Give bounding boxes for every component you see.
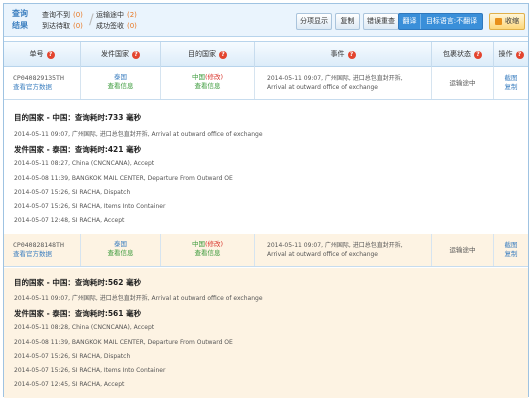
status-filters-left: 查询不到 (0) 到达待取 (0) <box>42 10 83 32</box>
col-event: 事件? <box>255 42 432 67</box>
table-row: CP040829135TH 查看官方数据 泰国 查看信息 中国(修改) 查看信息… <box>4 67 528 100</box>
copy-link[interactable]: 复制 <box>494 250 528 259</box>
table-header: 单号? 发件国家? 目的国家? 事件? 包裹状态? 操作? <box>4 41 528 67</box>
copy-all-button[interactable]: 复制 <box>335 13 360 30</box>
col-actions: 操作? <box>494 42 528 67</box>
event-en: Arrival at outward office of exchange <box>267 251 378 258</box>
origin-country: 泰国 <box>114 240 127 248</box>
tracking-number[interactable]: CP040829135TH <box>13 74 80 83</box>
modify-link[interactable]: (修改) <box>205 240 223 248</box>
tracking-detail: 目的国家 - 中国：查询耗时:733 毫秒 2014-05-11 09:07, … <box>4 101 528 234</box>
col-destination: 目的国家? <box>161 42 255 67</box>
help-icon[interactable]: ? <box>474 50 482 59</box>
status-badge: 运输途中 <box>432 67 494 99</box>
origin-section-title: 发件国家 - 泰国：查询耗时:561 毫秒 <box>14 309 142 318</box>
event-cn: 2014-05-11 09:07, 广州国际, 进口总包直封开拆, <box>267 242 403 249</box>
list-item: 2014-05-11 09:07, 广州国际, 进口总包直封开拆, Arriva… <box>14 131 263 138</box>
table-row: CP040828148TH 查看官方数据 泰国 查看信息 中国(修改) 查看信息… <box>4 234 528 267</box>
list-item: 2014-05-11 09:07, 广州国际, 进口总包直封开拆, Arriva… <box>14 295 263 302</box>
help-icon[interactable]: ? <box>347 50 356 59</box>
dest-section-title: 目的国家 - 中国：查询耗时:562 毫秒 <box>14 278 142 287</box>
tracking-detail: 目的国家 - 中国：查询耗时:562 毫秒 2014-05-11 09:07, … <box>4 268 528 398</box>
filter-delivered[interactable]: 成功签收 (0) <box>96 21 137 32</box>
actions-cell: 截图 复制 <box>494 67 528 99</box>
list-item: 2014-05-07 15:26, SI RACHA, Dispatch <box>14 189 131 196</box>
dest-info-link[interactable]: 查看信息 <box>161 249 254 258</box>
event-cell: 2014-05-11 09:07, 广州国际, 进口总包直封开拆, Arriva… <box>255 234 432 266</box>
retry-errors-button[interactable]: 错误重查 <box>363 13 399 30</box>
copy-link[interactable]: 复制 <box>494 83 528 92</box>
screenshot-link[interactable]: 截图 <box>494 241 528 250</box>
dest-country: 中国 <box>191 240 205 248</box>
list-item: 2014-05-07 12:48, SI RACHA, Accept <box>14 217 125 224</box>
origin-country: 泰国 <box>114 73 127 81</box>
list-item: 2014-05-08 11:39, BANGKOK MAIL CENTER, D… <box>14 175 233 182</box>
filter-awaiting-pickup[interactable]: 到达待取 (0) <box>42 21 83 32</box>
help-icon[interactable]: ? <box>132 50 140 59</box>
origin-cell: 泰国 查看信息 <box>81 234 161 266</box>
tracking-number[interactable]: CP040828148TH <box>13 241 80 250</box>
help-icon[interactable]: ? <box>219 50 227 59</box>
tracking-number-cell: CP040828148TH 查看官方数据 <box>4 234 81 266</box>
help-icon[interactable]: ? <box>515 50 524 59</box>
translate-group: 翻译 目标语言:不翻译 <box>398 13 483 30</box>
toolbar: 查询结果 查询不到 (0) 到达待取 (0) / 运输途中 (2) 成功签收 (0) 分… <box>4 4 528 37</box>
filter-in-transit[interactable]: 运输途中 (2) <box>96 10 137 21</box>
destination-cell: 中国(修改) 查看信息 <box>161 67 255 99</box>
actions-cell: 截图 复制 <box>494 234 528 266</box>
origin-section-title: 发件国家 - 泰国：查询耗时:421 毫秒 <box>14 145 142 154</box>
event-cn: 2014-05-11 09:07, 广州国际, 进口总包直封开拆, <box>267 75 403 82</box>
origin-cell: 泰国 查看信息 <box>81 67 161 99</box>
filter-not-found[interactable]: 查询不到 (0) <box>42 10 83 21</box>
help-icon[interactable]: ? <box>46 50 55 59</box>
event-en: Arrival at outward office of exchange <box>267 84 378 91</box>
list-item: 2014-05-11 08:27, China (CNCNCANA), Acce… <box>14 160 155 167</box>
translate-button[interactable]: 翻译 <box>399 14 421 29</box>
col-origin: 发件国家? <box>81 42 161 67</box>
page-title: 查询结果 <box>12 9 28 30</box>
col-number: 单号? <box>4 42 81 67</box>
screenshot-link[interactable]: 截图 <box>494 74 528 83</box>
tracking-number-cell: CP040829135TH 查看官方数据 <box>4 67 81 99</box>
official-data-link[interactable]: 查看官方数据 <box>13 83 80 92</box>
divider: / <box>89 12 94 28</box>
list-item: 2014-05-11 08:28, China (CNCNCANA), Acce… <box>14 324 155 331</box>
collapse-label: 收缩 <box>505 17 519 25</box>
target-language-select[interactable]: 目标语言:不翻译 <box>421 14 482 29</box>
dest-country: 中国 <box>191 73 205 81</box>
modify-link[interactable]: (修改) <box>205 73 223 81</box>
status-filters-right: 运输途中 (2) 成功签收 (0) <box>96 10 137 32</box>
origin-info-link[interactable]: 查看信息 <box>81 249 160 258</box>
list-item: 2014-05-07 15:26, SI RACHA, Dispatch <box>14 353 131 360</box>
destination-cell: 中国(修改) 查看信息 <box>161 234 255 266</box>
dest-section-title: 目的国家 - 中国：查询耗时:733 毫秒 <box>14 113 142 122</box>
col-status: 包裹状态? <box>432 42 494 67</box>
official-data-link[interactable]: 查看官方数据 <box>13 250 80 259</box>
results-panel: 查询结果 查询不到 (0) 到达待取 (0) / 运输途中 (2) 成功签收 (0) 分… <box>3 3 529 398</box>
list-item: 2014-05-07 15:26, SI RACHA, Items Into C… <box>14 367 166 374</box>
event-cell: 2014-05-11 09:07, 广州国际, 进口总包直封开拆, Arriva… <box>255 67 432 99</box>
status-badge: 运输途中 <box>432 234 494 266</box>
collapse-button[interactable]: 收缩 <box>489 13 525 30</box>
collapse-icon <box>495 18 502 25</box>
list-item: 2014-05-07 12:45, SI RACHA, Accept <box>14 381 125 388</box>
origin-info-link[interactable]: 查看信息 <box>81 82 160 91</box>
split-display-button[interactable]: 分项显示 <box>296 13 332 30</box>
list-item: 2014-05-07 15:26, SI RACHA, Items Into C… <box>14 203 166 210</box>
dest-info-link[interactable]: 查看信息 <box>161 82 254 91</box>
list-item: 2014-05-08 11:39, BANGKOK MAIL CENTER, D… <box>14 339 233 346</box>
